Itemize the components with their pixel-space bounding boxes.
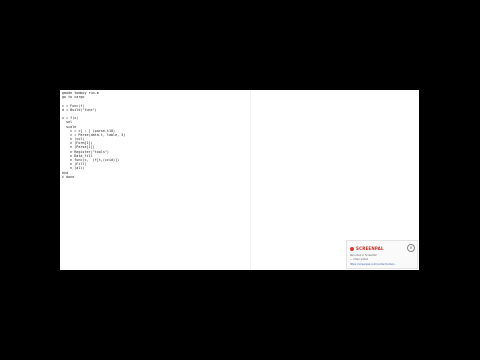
screenpal-logo-icon <box>350 247 354 251</box>
code-line: c done <box>62 174 75 179</box>
notification-brand: SCREENPAL <box>356 246 384 251</box>
notification-line: — Video added <box>350 258 369 261</box>
pane-divider <box>250 90 251 270</box>
close-icon[interactable]: × <box>407 244 415 252</box>
notification-link[interactable]: https://screenpal.com/content/video/... <box>350 263 396 266</box>
screenpal-notification[interactable]: SCREENPAL × Recorded in ScreenPal — Vide… <box>346 240 418 269</box>
notification-line: Recorded in ScreenPal <box>350 254 377 257</box>
screen-area: gmode tomboy run.m go to cargo c = Func(… <box>60 90 419 270</box>
code-editor[interactable]: gmode tomboy run.m go to cargo c = Func(… <box>62 91 252 261</box>
